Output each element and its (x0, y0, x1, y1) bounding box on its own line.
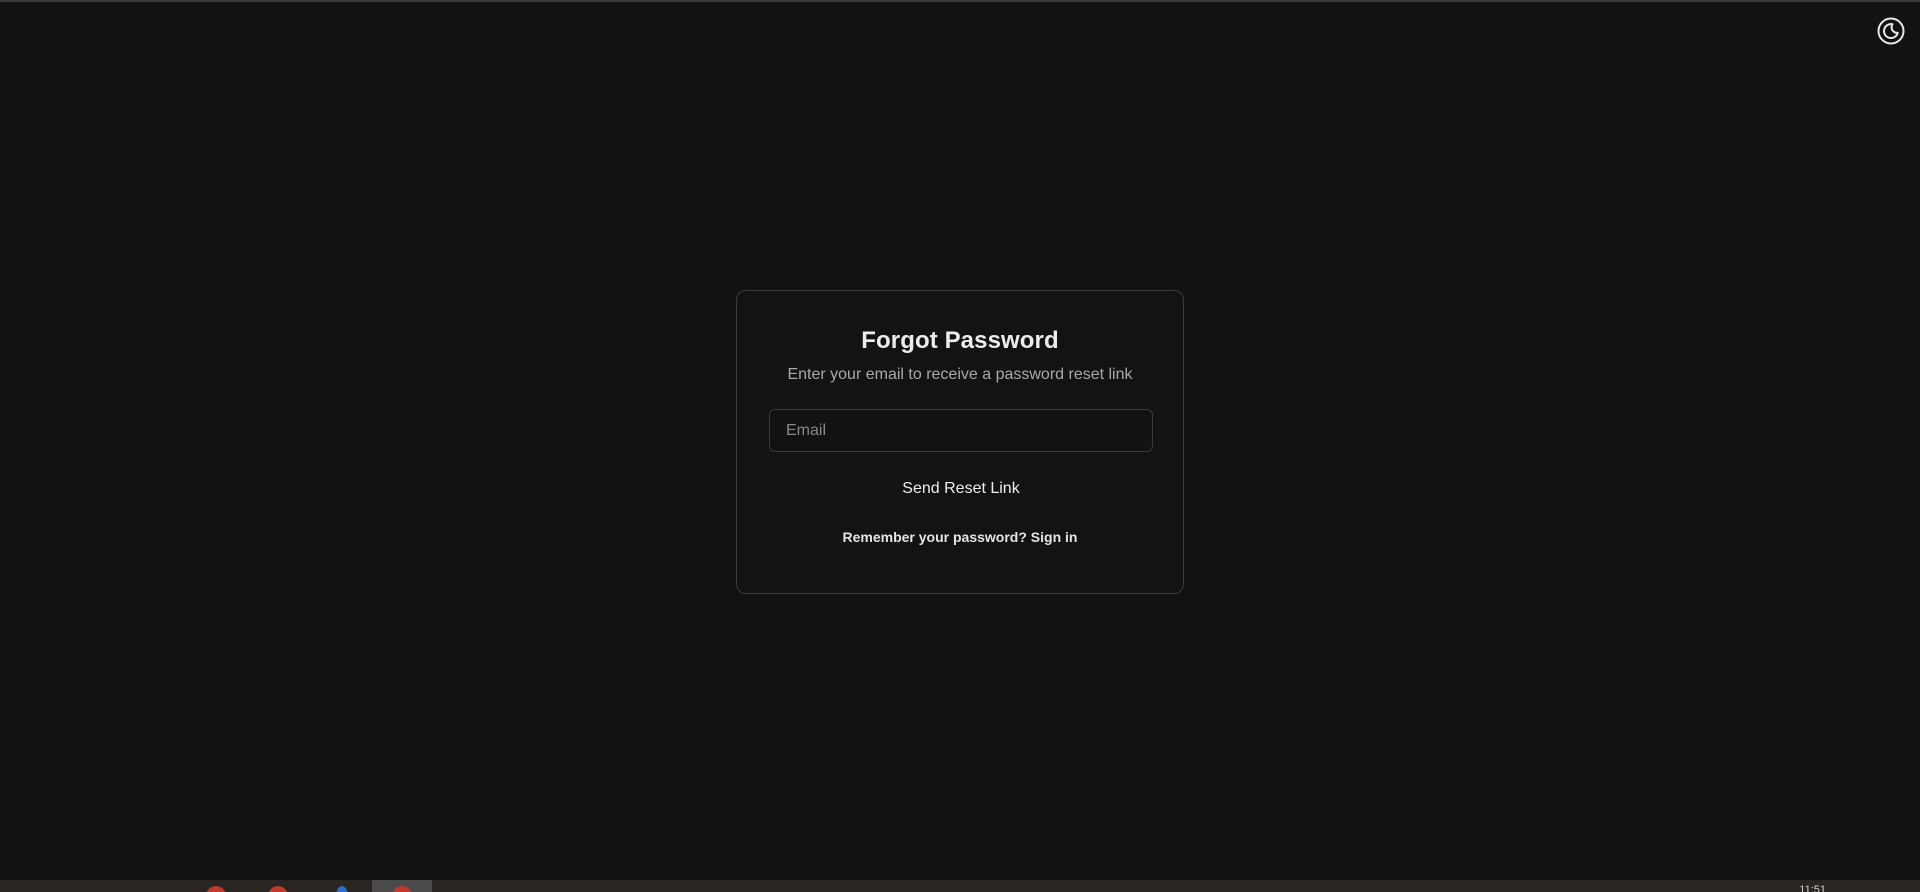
theme-toggle-button[interactable] (1875, 15, 1907, 47)
taskbar: 11:51 (0, 880, 1920, 892)
taskbar-clock: 11:51 (1799, 884, 1826, 892)
email-field[interactable] (769, 409, 1153, 452)
moon-icon (1877, 17, 1905, 45)
window-top-border (0, 0, 1920, 2)
signin-prompt: Remember your password? Sign in (769, 528, 1151, 546)
taskbar-app-icon[interactable] (336, 886, 348, 892)
taskbar-app-icon (392, 886, 412, 892)
taskbar-active-app[interactable] (372, 880, 432, 892)
remember-password-text: Remember your password? (842, 529, 1031, 545)
page-title: Forgot Password (861, 327, 1059, 354)
taskbar-app-icon[interactable] (206, 886, 226, 892)
taskbar-app-icon[interactable] (268, 886, 288, 892)
page-subtitle: Enter your email to receive a password r… (787, 366, 1133, 383)
send-reset-link-button[interactable]: Send Reset Link (769, 468, 1153, 510)
forgot-password-card: Forgot Password Enter your email to rece… (736, 290, 1184, 594)
sign-in-link[interactable]: Sign in (1031, 529, 1078, 545)
